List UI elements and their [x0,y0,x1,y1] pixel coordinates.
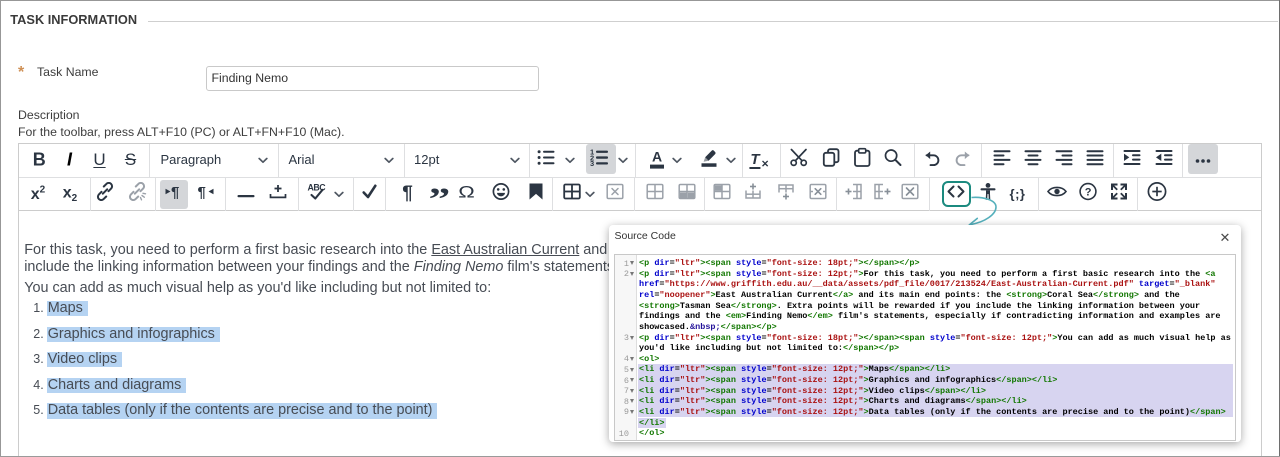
svg-text:3: 3 [590,159,594,166]
svg-text:?: ? [1084,187,1091,199]
svg-text:¶: ¶ [197,184,205,200]
svg-text:ABC: ABC [308,183,327,193]
svg-text:Ω: Ω [458,183,475,201]
svg-text:”: ” [429,183,450,201]
svg-text:¶: ¶ [171,184,179,200]
